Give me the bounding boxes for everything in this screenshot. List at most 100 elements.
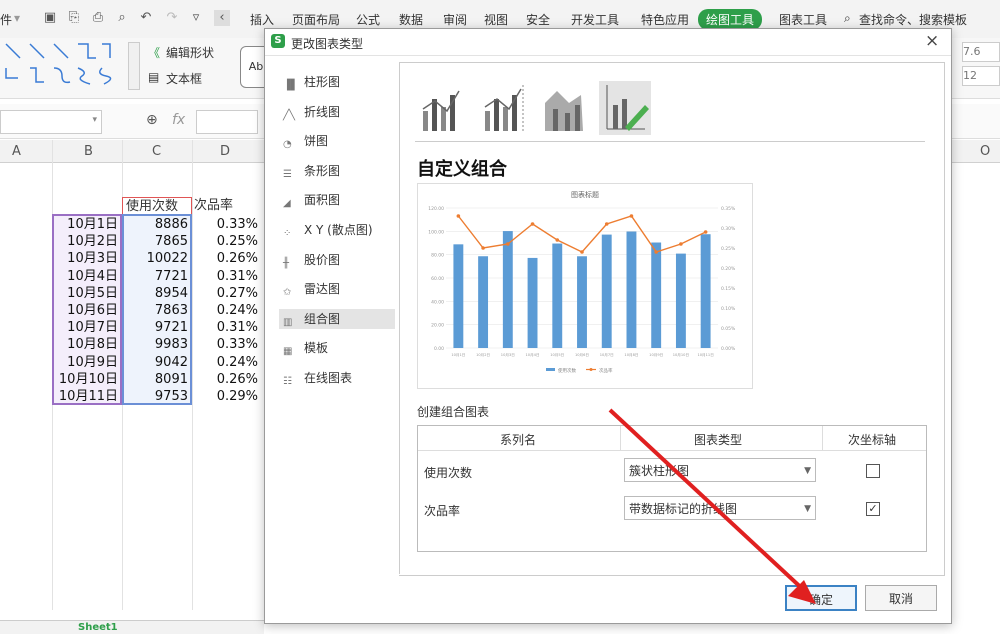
cell-date[interactable]: 10月11日 (54, 388, 118, 405)
type-label: 模板 (304, 341, 329, 356)
tab-special[interactable]: 特色应用 (641, 11, 689, 28)
cell-date[interactable]: 10月7日 (54, 319, 118, 336)
type-item-online-chart[interactable]: ☷ 在线图表 (283, 368, 395, 388)
cell-count[interactable]: 8091 (124, 371, 188, 388)
gallery-scroll[interactable] (128, 42, 140, 90)
type-item-column[interactable]: ▐▌ 柱形图 (283, 72, 395, 92)
type-item-area[interactable]: ◢ 面积图 (283, 190, 395, 210)
legend-label: 次品率 (599, 367, 613, 374)
grid-line (192, 140, 193, 610)
name-box[interactable]: ▾ (0, 110, 102, 134)
secondary-axis-checkbox-rate[interactable]: ✓ (866, 502, 880, 516)
cell-rate[interactable]: 0.31% (194, 268, 258, 285)
col-header-a[interactable]: A (12, 144, 21, 159)
customize-icon[interactable]: ▿ (188, 10, 204, 26)
col-header-b[interactable]: B (84, 144, 93, 159)
cell-date[interactable]: 10月2日 (54, 233, 118, 250)
tab-chart-tools[interactable]: 图表工具 (779, 11, 827, 28)
type-label: 在线图表 (304, 371, 353, 385)
width-input[interactable]: 12 (962, 66, 1000, 86)
chart-type-list: ▐▌ 柱形图 ╱╲ 折线图 ◔ 饼图 ☰ 条形图 ◢ 面积图 ⁘ X Y (散点图) ╫ 股价图 ✩ 雷达图 ▥… (271, 62, 400, 574)
tab-security[interactable]: 安全 (526, 11, 550, 28)
type-item-stock[interactable]: ╫ 股价图 (283, 250, 395, 270)
redo-icon[interactable]: ↷ (164, 10, 180, 26)
cell-rate[interactable]: 0.26% (194, 250, 258, 267)
height-input[interactable]: 7.6 (962, 42, 1000, 62)
tab-page-layout[interactable]: 页面布局 (292, 11, 340, 28)
cell-count[interactable]: 9042 (124, 354, 188, 371)
chevron-down-icon: ▾ (92, 115, 97, 125)
tab-formula[interactable]: 公式 (356, 11, 380, 28)
formula-input[interactable] (196, 110, 258, 134)
tab-developer[interactable]: 开发工具 (571, 11, 619, 28)
cell-count[interactable]: 9721 (124, 319, 188, 336)
type-item-pie[interactable]: ◔ 饼图 (283, 131, 395, 151)
cell-count[interactable]: 9753 (124, 388, 188, 405)
cell-count[interactable]: 7863 (124, 302, 188, 319)
fx-icon[interactable]: fx (172, 112, 185, 128)
cell-count[interactable]: 7721 (124, 268, 188, 285)
cell-date[interactable]: 10月1日 (54, 216, 118, 233)
tab-review[interactable]: 审阅 (443, 11, 467, 28)
type-item-scatter[interactable]: ⁘ X Y (散点图) (283, 220, 395, 240)
header-cell-count[interactable]: 使用次数 (122, 197, 192, 215)
tab-data[interactable]: 数据 (399, 11, 423, 28)
cell-date[interactable]: 10月6日 (54, 302, 118, 319)
cell-date[interactable]: 10月3日 (54, 250, 118, 267)
cell-rate[interactable]: 0.33% (194, 336, 258, 353)
col-header-o[interactable]: O (980, 144, 990, 159)
cell-rate[interactable]: 0.24% (194, 354, 258, 371)
preview-icon[interactable]: ⌕ (114, 10, 130, 26)
zoom-icon[interactable]: ⊕ (146, 112, 158, 128)
cell-date[interactable]: 10月9日 (54, 354, 118, 371)
cell-rate[interactable]: 0.25% (194, 233, 258, 250)
edit-shape-button[interactable]: 编辑形状 (166, 44, 214, 61)
search-icon[interactable]: ⌕ (844, 11, 851, 26)
header-cell-rate[interactable]: 次品率 (194, 197, 264, 215)
cell-date[interactable]: 10月5日 (54, 285, 118, 302)
dialog-title-bar: S 更改图表类型 × (265, 29, 951, 56)
cell-date[interactable]: 10月8日 (54, 336, 118, 353)
type-item-radar[interactable]: ✩ 雷达图 (283, 279, 395, 299)
print-icon[interactable]: ⎙ (90, 10, 106, 26)
x-tick-label: 10月7日 (600, 352, 614, 357)
cell-date[interactable]: 10月10日 (54, 371, 118, 388)
cell-rate[interactable]: 0.26% (194, 371, 258, 388)
cell-count[interactable]: 8954 (124, 285, 188, 302)
textbox-button[interactable]: 文本框 (166, 70, 202, 87)
tab-drawing-tools[interactable]: 绘图工具 (698, 9, 763, 30)
export-icon[interactable]: ⎘ (66, 10, 82, 26)
cell-date[interactable]: 10月4日 (54, 268, 118, 285)
type-label: 折线图 (304, 104, 341, 119)
cancel-button[interactable]: 取消 (865, 585, 937, 611)
cell-count[interactable]: 8886 (124, 216, 188, 233)
col-header-d[interactable]: D (220, 144, 230, 159)
undo-icon[interactable]: ↶ (138, 10, 154, 26)
tab-insert[interactable]: 插入 (250, 11, 274, 28)
type-item-line[interactable]: ╱╲ 折线图 (283, 102, 395, 122)
sheet-tab[interactable]: Sheet1 (78, 622, 118, 633)
file-dropdown-icon[interactable]: ▾ (14, 11, 20, 25)
tab-view[interactable]: 视图 (484, 11, 508, 28)
save-icon[interactable]: ▣ (42, 10, 58, 26)
type-item-combo[interactable]: ▥ 组合图 (279, 308, 395, 329)
shape-lines-gallery[interactable] (4, 42, 124, 88)
stock-icon: ╫ (283, 257, 290, 269)
secondary-axis-checkbox-count[interactable] (866, 464, 880, 478)
cell-rate[interactable]: 0.33% (194, 216, 258, 233)
cell-count[interactable]: 10022 (124, 250, 188, 267)
cell-count[interactable]: 7865 (124, 233, 188, 250)
type-item-template[interactable]: ▦ 模板 (283, 338, 395, 358)
cell-count[interactable]: 9983 (124, 336, 188, 353)
search-command[interactable]: 查找命令、搜索模板 (859, 11, 967, 28)
cell-rate[interactable]: 0.31% (194, 319, 258, 336)
close-icon[interactable]: × (925, 31, 939, 51)
bar (601, 234, 612, 348)
scroll-left-icon[interactable]: ‹ (214, 10, 230, 26)
file-menu[interactable]: 件 (0, 11, 12, 28)
cell-rate[interactable]: 0.29% (194, 388, 258, 405)
type-item-bar[interactable]: ☰ 条形图 (283, 161, 395, 181)
cell-rate[interactable]: 0.24% (194, 302, 258, 319)
col-header-c[interactable]: C (152, 144, 161, 159)
cell-rate[interactable]: 0.27% (194, 285, 258, 302)
